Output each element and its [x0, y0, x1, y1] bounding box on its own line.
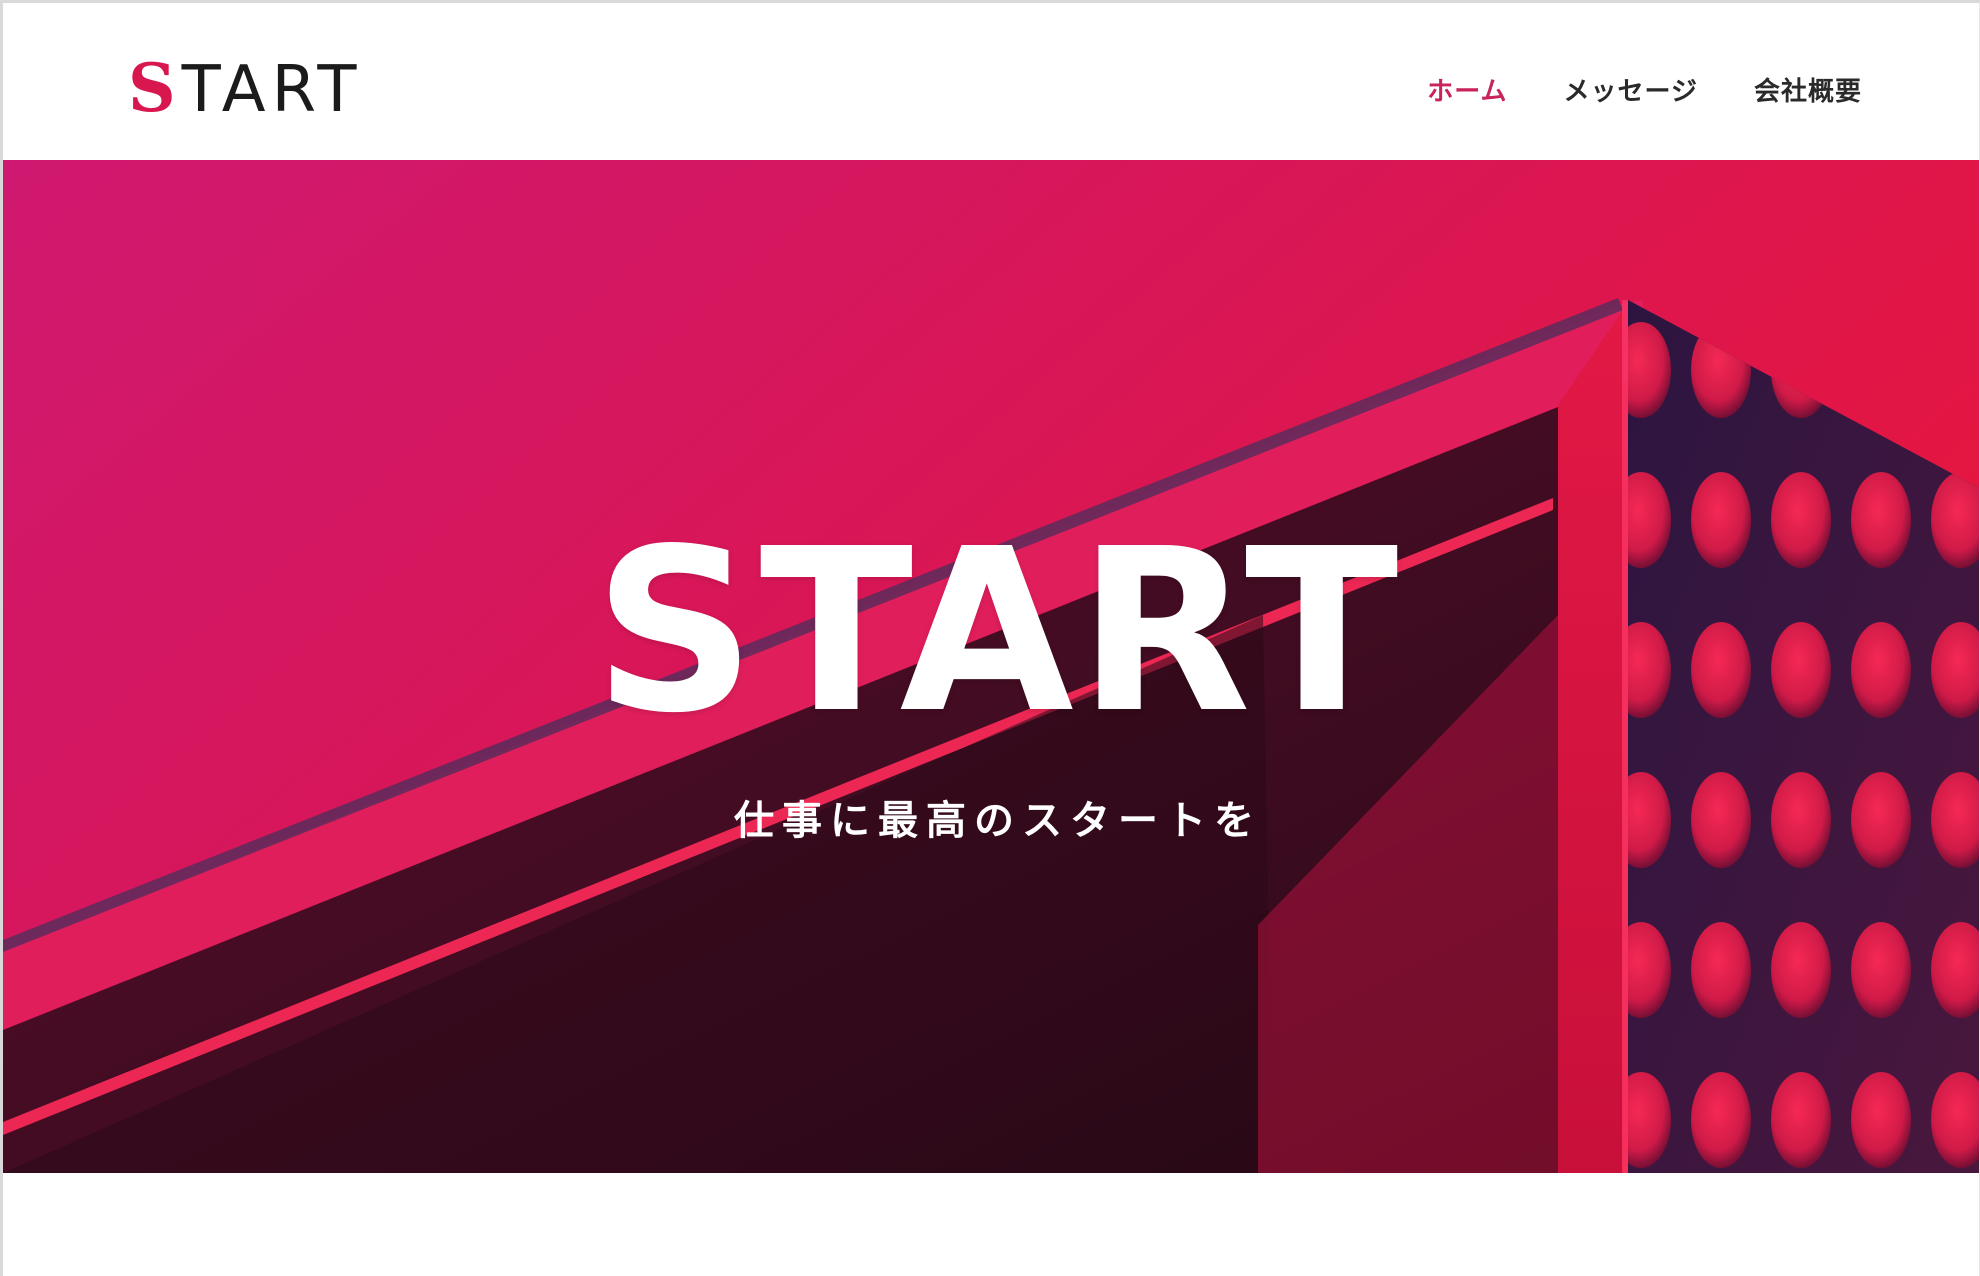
global-nav: ホーム メッセージ 会社概要 — [1427, 71, 1862, 108]
page: S TART ホーム メッセージ 会社概要 START 仕事に最高のスタートを — [0, 0, 1980, 1276]
content-area — [3, 1173, 1979, 1276]
hero-title: START — [573, 520, 1423, 745]
hero-section: START 仕事に最高のスタートを — [3, 160, 1979, 1173]
nav-home[interactable]: ホーム — [1427, 71, 1507, 108]
logo-letter-s: S — [128, 49, 182, 127]
nav-message[interactable]: メッセージ — [1564, 71, 1698, 108]
hero-subtitle: 仕事に最高のスタートを — [734, 798, 1262, 844]
nav-company-profile[interactable]: 会社概要 — [1754, 71, 1862, 108]
logo-text: TART — [181, 53, 363, 127]
site-header: S TART ホーム メッセージ 会社概要 — [3, 3, 1979, 160]
hero-title-text: START — [593, 501, 1403, 763]
site-logo[interactable]: S TART — [128, 55, 362, 122]
